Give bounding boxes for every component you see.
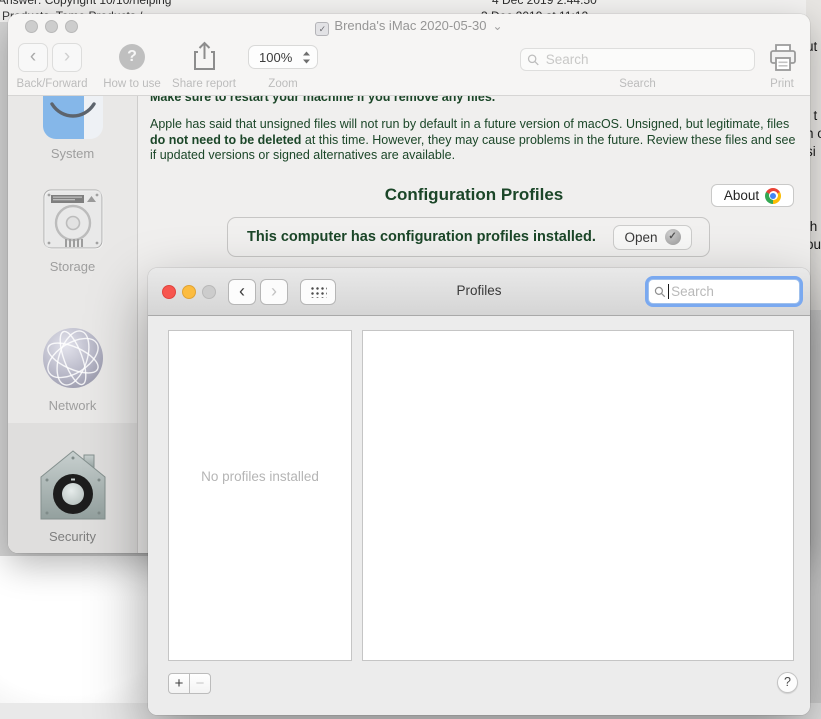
- apple-unsigned-paragraph: Apple has said that unsigned files will …: [150, 117, 796, 162]
- about-button[interactable]: About: [711, 184, 794, 207]
- zoom-value: 100%: [259, 49, 293, 65]
- sidebar-item-security[interactable]: Security: [8, 448, 137, 544]
- open-button-label: Open: [624, 229, 658, 245]
- search-label: Search: [619, 78, 656, 90]
- empty-list-text: No profiles installed: [201, 469, 319, 484]
- profiles-window: ‹ › Profiles No profiles installed + −: [148, 268, 810, 715]
- clipped-warning-line: Make sure to restart your machine if you…: [150, 96, 496, 104]
- security-lock-icon: [40, 450, 105, 520]
- document-proxy-icon: ✓: [315, 22, 330, 36]
- window-title-text: Brenda's iMac 2020-05-30: [334, 18, 487, 33]
- open-button[interactable]: Open ✓: [613, 224, 692, 250]
- profiles-notice-box: This computer has configuration profiles…: [227, 217, 710, 257]
- sidebar-item-label: System: [50, 146, 95, 161]
- profiles-search-field[interactable]: [648, 279, 800, 304]
- back-forward-label: Back/Forward: [16, 78, 88, 90]
- zoom-label: Zoom: [268, 78, 298, 90]
- titlebar: ✓ Brenda's iMac 2020-05-30 ⌄: [8, 14, 810, 36]
- system-finder-icon: [42, 96, 103, 139]
- profile-badge-icon: ✓: [664, 229, 681, 245]
- background-text: st Answer: Copyright 10/10/helping: [0, 0, 172, 7]
- screenshot-root: st Answer: Copyright 10/10/helping 4 Dec…: [0, 0, 821, 719]
- back-button[interactable]: ‹: [18, 43, 48, 72]
- share-icon[interactable]: [191, 41, 218, 78]
- profiles-titlebar: ‹ › Profiles: [148, 268, 810, 316]
- sidebar: System Storage Network Security: [8, 96, 138, 553]
- sidebar-item-system[interactable]: System: [8, 96, 137, 161]
- help-button[interactable]: ?: [777, 672, 798, 693]
- profiles-search-input[interactable]: [669, 283, 794, 300]
- sidebar-item-storage[interactable]: Storage: [8, 186, 137, 274]
- chevron-down-icon[interactable]: ⌄: [493, 19, 503, 33]
- stepper-arrows-icon: [303, 51, 310, 63]
- storage-drive-icon: [43, 189, 103, 250]
- search-input[interactable]: [543, 51, 748, 68]
- sidebar-item-label: Security: [49, 529, 96, 544]
- toolbar: ‹ › Back/Forward ? How to use Share repo…: [8, 36, 810, 96]
- search-icon: [654, 286, 666, 297]
- toolbar-search-field[interactable]: [520, 48, 755, 71]
- zoom-stepper[interactable]: 100%: [248, 45, 318, 69]
- profiles-list-pane[interactable]: No profiles installed: [168, 330, 352, 661]
- background-timestamp: 4 Dec 2019 2:44:50: [492, 0, 597, 7]
- remove-profile-button[interactable]: −: [189, 673, 211, 694]
- share-report-label: Share report: [172, 78, 236, 90]
- notice-text: This computer has configuration profiles…: [247, 229, 596, 245]
- section-heading: Configuration Profiles: [384, 185, 564, 204]
- help-circle-icon[interactable]: ?: [119, 44, 145, 70]
- sidebar-item-network[interactable]: Network: [8, 325, 137, 413]
- search-icon: [527, 54, 539, 65]
- about-button-label: About: [723, 188, 760, 203]
- print-icon[interactable]: [768, 42, 798, 79]
- how-to-use-label: How to use: [103, 78, 161, 90]
- profiles-body: No profiles installed + − ?: [148, 316, 810, 715]
- chrome-icon: [765, 187, 782, 204]
- background-window-corner: [0, 556, 148, 703]
- forward-button[interactable]: ›: [52, 43, 82, 72]
- sidebar-item-label: Storage: [49, 259, 96, 274]
- network-globe-icon: [42, 328, 103, 388]
- sidebar-item-label: Network: [48, 398, 97, 413]
- print-label: Print: [770, 78, 794, 90]
- add-profile-button[interactable]: +: [168, 673, 190, 694]
- window-title: ✓ Brenda's iMac 2020-05-30 ⌄: [8, 18, 810, 36]
- profile-detail-pane: [362, 330, 794, 661]
